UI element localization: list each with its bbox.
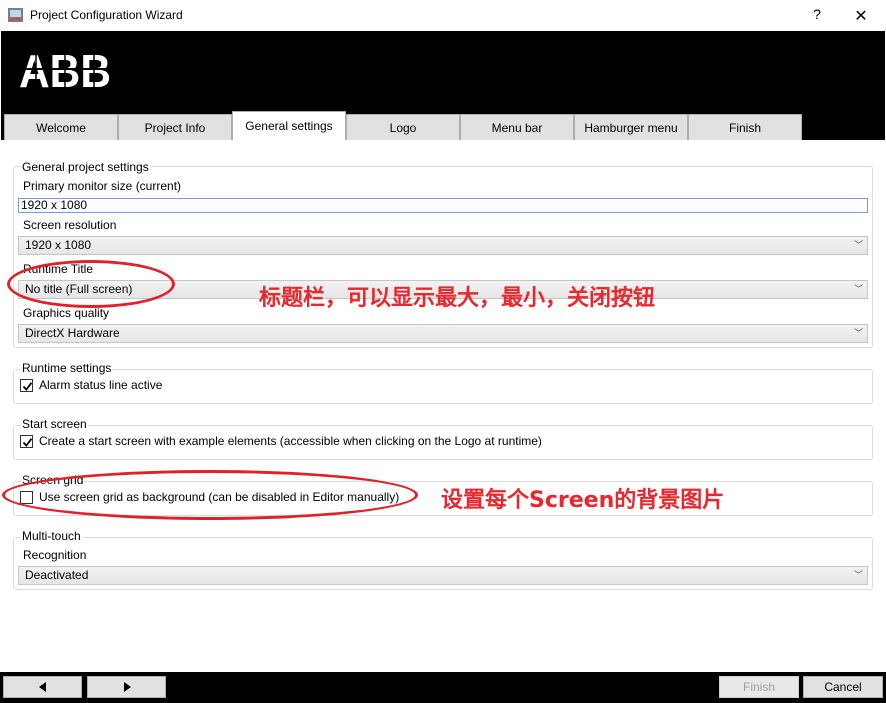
arrow-left-icon bbox=[39, 682, 46, 692]
wizard-footer: Finish Cancel bbox=[0, 672, 886, 703]
graphics-quality-label: Graphics quality bbox=[23, 306, 110, 320]
chevron-down-icon: ﹀ bbox=[853, 570, 863, 580]
tab-menu-bar[interactable]: Menu bar bbox=[460, 114, 574, 140]
recognition-select[interactable]: Deactivated ﹀ bbox=[18, 566, 868, 585]
chevron-down-icon: ﹀ bbox=[853, 240, 863, 250]
tab-hamburger-menu[interactable]: Hamburger menu bbox=[574, 114, 688, 140]
arrow-right-icon bbox=[124, 682, 131, 692]
screen-grid-highlight bbox=[2, 470, 418, 520]
monitor-size-label: Primary monitor size (current) bbox=[23, 179, 182, 193]
chevron-down-icon: ﹀ bbox=[853, 328, 863, 338]
help-button[interactable]: ? bbox=[806, 6, 828, 26]
runtime-title-highlight bbox=[7, 260, 175, 308]
general-settings-group bbox=[13, 166, 873, 348]
screen-grid-annotation: 设置每个Screen的背景图片 bbox=[441, 488, 725, 513]
window-title: Project Configuration Wizard bbox=[30, 8, 183, 22]
next-button[interactable] bbox=[87, 676, 166, 698]
previous-button[interactable] bbox=[3, 676, 82, 698]
graphics-quality-value: DirectX Hardware bbox=[25, 326, 120, 340]
tab-logo[interactable]: Logo bbox=[346, 114, 460, 140]
start-screen-checkbox[interactable] bbox=[20, 435, 33, 448]
cancel-button[interactable]: Cancel bbox=[803, 676, 883, 698]
start-screen-label: Create a start screen with example eleme… bbox=[39, 434, 542, 448]
app-icon bbox=[8, 8, 23, 22]
screen-resolution-select[interactable]: 1920 x 1080 ﹀ bbox=[18, 236, 868, 255]
screen-resolution-value: 1920 x 1080 bbox=[25, 238, 92, 252]
recognition-label: Recognition bbox=[23, 548, 87, 562]
title-bar-annotation: 标题栏，可以显示最大，最小，关闭按钮 bbox=[259, 286, 656, 311]
alarm-status-checkbox[interactable] bbox=[20, 379, 33, 392]
finish-button[interactable]: Finish bbox=[719, 676, 799, 698]
graphics-quality-select[interactable]: DirectX Hardware ﹀ bbox=[18, 324, 868, 343]
close-button[interactable]: ✕ bbox=[850, 6, 872, 26]
settings-panel: General project settings Primary monitor… bbox=[1, 140, 885, 672]
multi-touch-title: Multi-touch bbox=[21, 529, 82, 543]
chevron-down-icon: ﹀ bbox=[853, 284, 863, 294]
tab-welcome[interactable]: Welcome bbox=[4, 114, 118, 140]
tab-finish[interactable]: Finish bbox=[688, 114, 802, 140]
alarm-status-label: Alarm status line active bbox=[39, 378, 163, 392]
recognition-value: Deactivated bbox=[25, 568, 89, 582]
wizard-header: ABB Welcome Project Info General setting… bbox=[1, 31, 885, 141]
abb-logo: ABB bbox=[19, 47, 111, 91]
general-settings-title: General project settings bbox=[21, 160, 150, 174]
start-screen-title: Start screen bbox=[21, 417, 88, 431]
window-titlebar: Project Configuration Wizard ? ✕ bbox=[0, 0, 886, 31]
runtime-settings-title: Runtime settings bbox=[21, 361, 113, 375]
monitor-size-field[interactable]: 1920 x 1080 bbox=[18, 198, 868, 213]
tab-general-settings[interactable]: General settings bbox=[232, 111, 346, 141]
screen-resolution-label: Screen resolution bbox=[23, 218, 117, 232]
tab-project-info[interactable]: Project Info bbox=[118, 114, 232, 140]
